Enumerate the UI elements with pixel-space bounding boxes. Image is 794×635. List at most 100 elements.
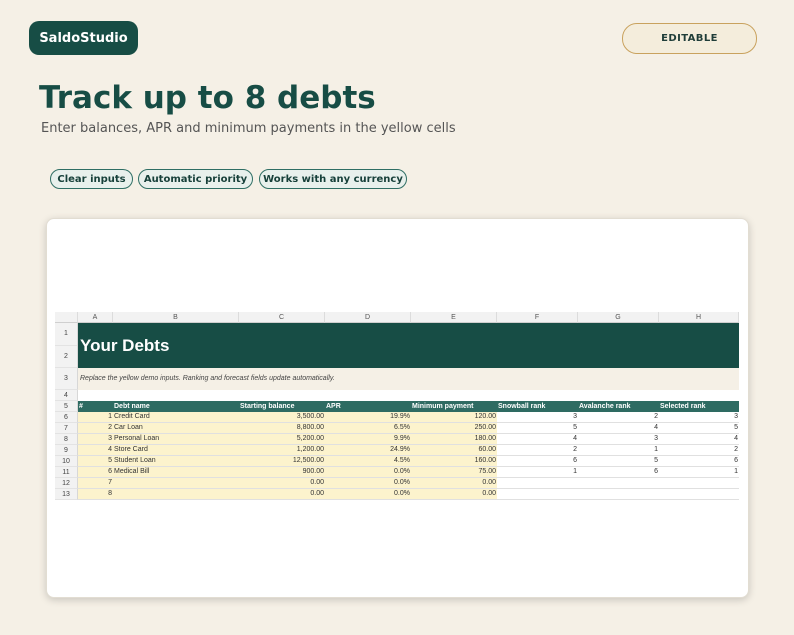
starting-balance-cell[interactable]: 3,500.00 (239, 412, 325, 423)
header-minimum-payment[interactable]: Minimum payment (411, 401, 497, 412)
column-header[interactable]: C (239, 312, 325, 323)
snowball-rank-cell[interactable] (497, 478, 578, 489)
table-row: 7 2 Car Loan 8,800.00 6.5% 250.00 5 4 5 (55, 423, 739, 434)
debt-index-cell[interactable]: 8 (78, 489, 113, 500)
row-number: 2 (55, 346, 77, 368)
apr-cell[interactable]: 0.0% (325, 489, 411, 500)
debt-index-cell[interactable]: 6 (78, 467, 113, 478)
minimum-payment-cell[interactable]: 180.00 (411, 434, 497, 445)
avalanche-rank-cell[interactable]: 1 (578, 445, 659, 456)
page-title: Track up to 8 debts (39, 80, 376, 116)
apr-cell[interactable]: 19.9% (325, 412, 411, 423)
apr-cell[interactable]: 0.0% (325, 478, 411, 489)
debt-name-cell[interactable]: Credit Card (113, 412, 239, 423)
column-header[interactable]: H (659, 312, 739, 323)
snowball-rank-cell[interactable]: 5 (497, 423, 578, 434)
minimum-payment-cell[interactable]: 0.00 (411, 478, 497, 489)
minimum-payment-cell[interactable]: 0.00 (411, 489, 497, 500)
sheet-title-row: 1 2 Your Debts (55, 323, 739, 368)
debt-index-cell[interactable]: 4 (78, 445, 113, 456)
column-header[interactable]: E (411, 312, 497, 323)
spreadsheet: A B C D E F G H 1 2 Your Debts 3 Replace… (55, 312, 739, 500)
column-header[interactable]: A (78, 312, 113, 323)
selected-rank-cell[interactable]: 2 (659, 445, 739, 456)
snowball-rank-cell[interactable]: 4 (497, 434, 578, 445)
snowball-rank-cell[interactable]: 1 (497, 467, 578, 478)
row-number: 3 (55, 368, 78, 390)
debt-index-cell[interactable]: 7 (78, 478, 113, 489)
column-header[interactable]: B (113, 312, 239, 323)
minimum-payment-cell[interactable]: 160.00 (411, 456, 497, 467)
debt-index-cell[interactable]: 1 (78, 412, 113, 423)
apr-cell[interactable]: 0.0% (325, 467, 411, 478)
header-avalanche-rank[interactable]: Avalanche rank (578, 401, 659, 412)
sheet-title[interactable]: Your Debts (78, 323, 739, 368)
selected-rank-cell[interactable]: 4 (659, 434, 739, 445)
debt-index-cell[interactable]: 5 (78, 456, 113, 467)
apr-cell[interactable]: 4.5% (325, 456, 411, 467)
column-header[interactable]: G (578, 312, 659, 323)
column-header[interactable]: D (325, 312, 411, 323)
debt-index-cell[interactable]: 3 (78, 434, 113, 445)
debt-name-cell[interactable]: Car Loan (113, 423, 239, 434)
avalanche-rank-cell[interactable]: 5 (578, 456, 659, 467)
row-number: 6 (55, 412, 78, 423)
apr-cell[interactable]: 9.9% (325, 434, 411, 445)
debt-name-cell[interactable]: Personal Loan (113, 434, 239, 445)
page-subtitle: Enter balances, APR and minimum payments… (41, 121, 456, 136)
snowball-rank-cell[interactable]: 2 (497, 445, 578, 456)
column-header-row: A B C D E F G H (55, 312, 739, 323)
sheet-note[interactable]: Replace the yellow demo inputs. Ranking … (78, 368, 739, 390)
debt-name-cell[interactable]: Medical Bill (113, 467, 239, 478)
row-number: 12 (55, 478, 78, 489)
minimum-payment-cell[interactable]: 250.00 (411, 423, 497, 434)
row-number: 10 (55, 456, 78, 467)
avalanche-rank-cell[interactable] (578, 489, 659, 500)
row-number: 8 (55, 434, 78, 445)
table-row: 12 7 0.00 0.0% 0.00 (55, 478, 739, 489)
starting-balance-cell[interactable]: 12,500.00 (239, 456, 325, 467)
selected-rank-cell[interactable]: 5 (659, 423, 739, 434)
avalanche-rank-cell[interactable]: 2 (578, 412, 659, 423)
selected-rank-cell[interactable] (659, 478, 739, 489)
selected-rank-cell[interactable]: 3 (659, 412, 739, 423)
debt-name-cell[interactable] (113, 478, 239, 489)
snowball-rank-cell[interactable]: 6 (497, 456, 578, 467)
debt-name-cell[interactable]: Store Card (113, 445, 239, 456)
header-selected-rank[interactable]: Selected rank (659, 401, 739, 412)
table-row: 8 3 Personal Loan 5,200.00 9.9% 180.00 4 3 4 (55, 434, 739, 445)
apr-cell[interactable]: 6.5% (325, 423, 411, 434)
header-index[interactable]: # (78, 401, 113, 412)
header-apr[interactable]: APR (325, 401, 411, 412)
minimum-payment-cell[interactable]: 120.00 (411, 412, 497, 423)
starting-balance-cell[interactable]: 8,800.00 (239, 423, 325, 434)
header-debt-name[interactable]: Debt name (113, 401, 239, 412)
starting-balance-cell[interactable]: 5,200.00 (239, 434, 325, 445)
debt-name-cell[interactable] (113, 489, 239, 500)
avalanche-rank-cell[interactable] (578, 478, 659, 489)
debt-index-cell[interactable]: 2 (78, 423, 113, 434)
debt-rows: 6 1 Credit Card 3,500.00 19.9% 120.00 3 2 3 7 2 Car… (55, 412, 739, 500)
avalanche-rank-cell[interactable]: 3 (578, 434, 659, 445)
row-number: 11 (55, 467, 78, 478)
row-number: 1 (55, 323, 77, 346)
starting-balance-cell[interactable]: 0.00 (239, 489, 325, 500)
minimum-payment-cell[interactable]: 75.00 (411, 467, 497, 478)
avalanche-rank-cell[interactable]: 6 (578, 467, 659, 478)
debt-name-cell[interactable]: Student Loan (113, 456, 239, 467)
header-snowball-rank[interactable]: Snowball rank (497, 401, 578, 412)
minimum-payment-cell[interactable]: 60.00 (411, 445, 497, 456)
selected-rank-cell[interactable]: 6 (659, 456, 739, 467)
header-starting-balance[interactable]: Starting balance (239, 401, 325, 412)
avalanche-rank-cell[interactable]: 4 (578, 423, 659, 434)
snowball-rank-cell[interactable]: 3 (497, 412, 578, 423)
selected-rank-cell[interactable] (659, 489, 739, 500)
brand-logo: SaldoStudio (29, 21, 138, 55)
column-header[interactable]: F (497, 312, 578, 323)
snowball-rank-cell[interactable] (497, 489, 578, 500)
selected-rank-cell[interactable]: 1 (659, 467, 739, 478)
apr-cell[interactable]: 24.9% (325, 445, 411, 456)
starting-balance-cell[interactable]: 900.00 (239, 467, 325, 478)
starting-balance-cell[interactable]: 1,200.00 (239, 445, 325, 456)
starting-balance-cell[interactable]: 0.00 (239, 478, 325, 489)
